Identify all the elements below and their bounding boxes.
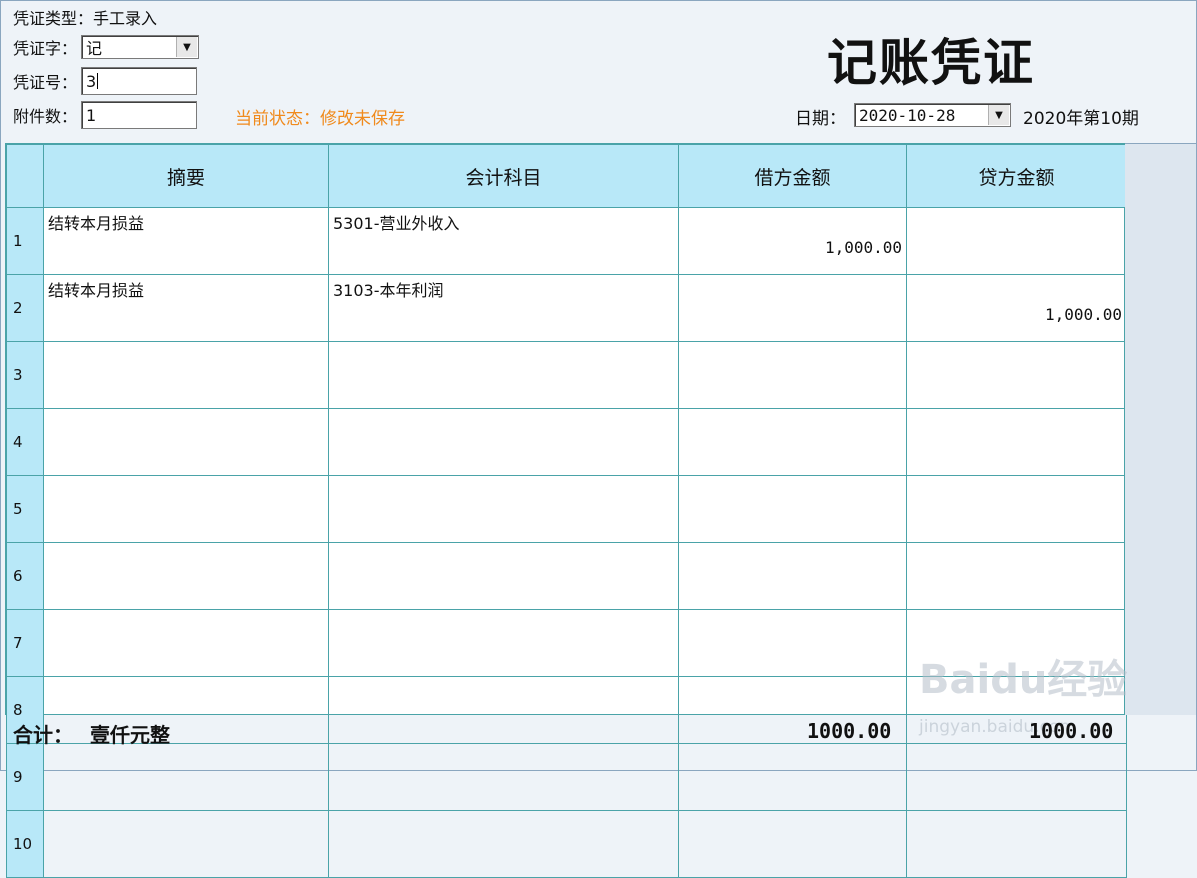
- account-cell[interactable]: [328, 542, 679, 610]
- date-picker[interactable]: 2020-10-28 ▼: [854, 103, 1011, 127]
- credit-cell[interactable]: [906, 743, 1127, 811]
- account-cell[interactable]: 5301-营业外收入: [328, 207, 679, 275]
- row-number: 6: [6, 542, 44, 610]
- credit-cell[interactable]: [906, 408, 1127, 476]
- row-number: 3: [6, 341, 44, 409]
- attachments-input[interactable]: 1: [81, 101, 198, 129]
- column-header-credit[interactable]: 贷方金额: [906, 144, 1127, 208]
- summary-cell[interactable]: [43, 341, 329, 409]
- summary-cell[interactable]: [43, 743, 329, 811]
- summary-cell[interactable]: [43, 609, 329, 677]
- debit-cell[interactable]: [678, 743, 907, 811]
- table-row: 2 结转本月损益 3103-本年利润 1,000.00: [6, 274, 1127, 342]
- row-number: 1: [6, 207, 44, 275]
- attachments-label: 附件数：: [13, 107, 78, 126]
- account-cell[interactable]: [328, 810, 679, 878]
- account-cell[interactable]: [328, 676, 679, 744]
- summary-cell[interactable]: 结转本月损益: [43, 207, 329, 275]
- credit-cell[interactable]: [906, 542, 1127, 610]
- summary-cell[interactable]: 结转本月损益: [43, 274, 329, 342]
- debit-cell[interactable]: [678, 542, 907, 610]
- account-cell[interactable]: [328, 408, 679, 476]
- status-text: 当前状态：修改未保存: [235, 109, 405, 129]
- voucher-no-row: 凭证号： 3: [13, 67, 198, 95]
- date-label: 日期：: [795, 109, 846, 129]
- row-number: 4: [6, 408, 44, 476]
- row-number: 2: [6, 274, 44, 342]
- table-header-row: 摘要 会计科目 借方金额 贷方金额: [6, 144, 1127, 208]
- row-number-header: [6, 144, 44, 208]
- table-row: 9: [6, 743, 1127, 811]
- voucher-word-select[interactable]: 记 ▼: [81, 35, 200, 59]
- total-row: 合计： 壹仟元整: [13, 719, 170, 748]
- chevron-down-icon[interactable]: ▼: [988, 105, 1009, 125]
- debit-cell[interactable]: [678, 609, 907, 677]
- table-row: 4: [6, 408, 1127, 476]
- credit-total: 1000.00: [1029, 719, 1114, 743]
- voucher-type-value: 手工录入: [93, 9, 158, 28]
- chevron-down-icon[interactable]: ▼: [176, 37, 198, 57]
- voucher-entry-grid: 摘要 会计科目 借方金额 贷方金额 1 结转本月损益 5301-营业外收入 1,…: [5, 143, 1127, 878]
- debit-cell[interactable]: [678, 475, 907, 543]
- table-row: 3: [6, 341, 1127, 409]
- debit-cell[interactable]: [678, 341, 907, 409]
- attachments-value: 1: [86, 105, 97, 125]
- total-label: 合计：: [13, 723, 73, 747]
- summary-cell[interactable]: [43, 542, 329, 610]
- credit-cell[interactable]: [906, 207, 1127, 275]
- debit-total: 1000.00: [807, 719, 892, 743]
- credit-cell[interactable]: [906, 475, 1127, 543]
- table-row: 6: [6, 542, 1127, 610]
- row-number: 5: [6, 475, 44, 543]
- credit-cell[interactable]: [906, 810, 1127, 878]
- table-row: 5: [6, 475, 1127, 543]
- voucher-window: 凭证类型： 手工录入 凭证字： 记 ▼ 凭证号： 3 附件数： 1 当前状态：修…: [0, 0, 1197, 878]
- summary-cell[interactable]: [43, 408, 329, 476]
- debit-cell[interactable]: 1,000.00: [678, 207, 907, 275]
- table-row: 1 结转本月损益 5301-营业外收入 1,000.00: [6, 207, 1127, 275]
- credit-cell[interactable]: [906, 341, 1127, 409]
- account-cell[interactable]: [328, 475, 679, 543]
- summary-cell[interactable]: [43, 475, 329, 543]
- row-number: 9: [6, 743, 44, 811]
- debit-cell[interactable]: [678, 274, 907, 342]
- table-row: 10: [6, 810, 1127, 878]
- row-number: 7: [6, 609, 44, 677]
- column-header-account[interactable]: 会计科目: [328, 144, 679, 208]
- voucher-no-input[interactable]: 3: [81, 67, 198, 95]
- account-cell[interactable]: [328, 743, 679, 811]
- total-in-words: 壹仟元整: [89, 723, 170, 747]
- voucher-type-label: 凭证类型：: [13, 9, 94, 28]
- grid-empty-area: [1125, 143, 1196, 715]
- debit-cell[interactable]: [678, 810, 907, 878]
- summary-cell[interactable]: [43, 810, 329, 878]
- period-text: 2020年第10期: [1023, 109, 1139, 129]
- account-cell[interactable]: 3103-本年利润: [328, 274, 679, 342]
- column-header-summary[interactable]: 摘要: [43, 144, 329, 208]
- column-header-debit[interactable]: 借方金额: [678, 144, 907, 208]
- attachments-row: 附件数： 1: [13, 101, 198, 129]
- voucher-word-row: 凭证字： 记 ▼: [13, 35, 200, 59]
- voucher-no-value: 3: [86, 71, 97, 91]
- voucher-word-label: 凭证字：: [13, 39, 78, 58]
- voucher-no-label: 凭证号：: [13, 73, 78, 92]
- watermark-logo: Baidu经验: [919, 657, 1128, 703]
- voucher-type-row: 凭证类型： 手工录入: [13, 5, 157, 29]
- voucher-table: 摘要 会计科目 借方金额 贷方金额 1 结转本月损益 5301-营业外收入 1,…: [6, 144, 1127, 878]
- text-cursor: [97, 73, 99, 89]
- account-cell[interactable]: [328, 341, 679, 409]
- debit-cell[interactable]: [678, 408, 907, 476]
- row-number: 10: [6, 810, 44, 878]
- page-title: 记账凭证: [827, 33, 1035, 92]
- account-cell[interactable]: [328, 609, 679, 677]
- date-value: 2020-10-28: [859, 105, 956, 125]
- credit-cell[interactable]: 1,000.00: [906, 274, 1127, 342]
- voucher-word-value: 记: [86, 39, 103, 58]
